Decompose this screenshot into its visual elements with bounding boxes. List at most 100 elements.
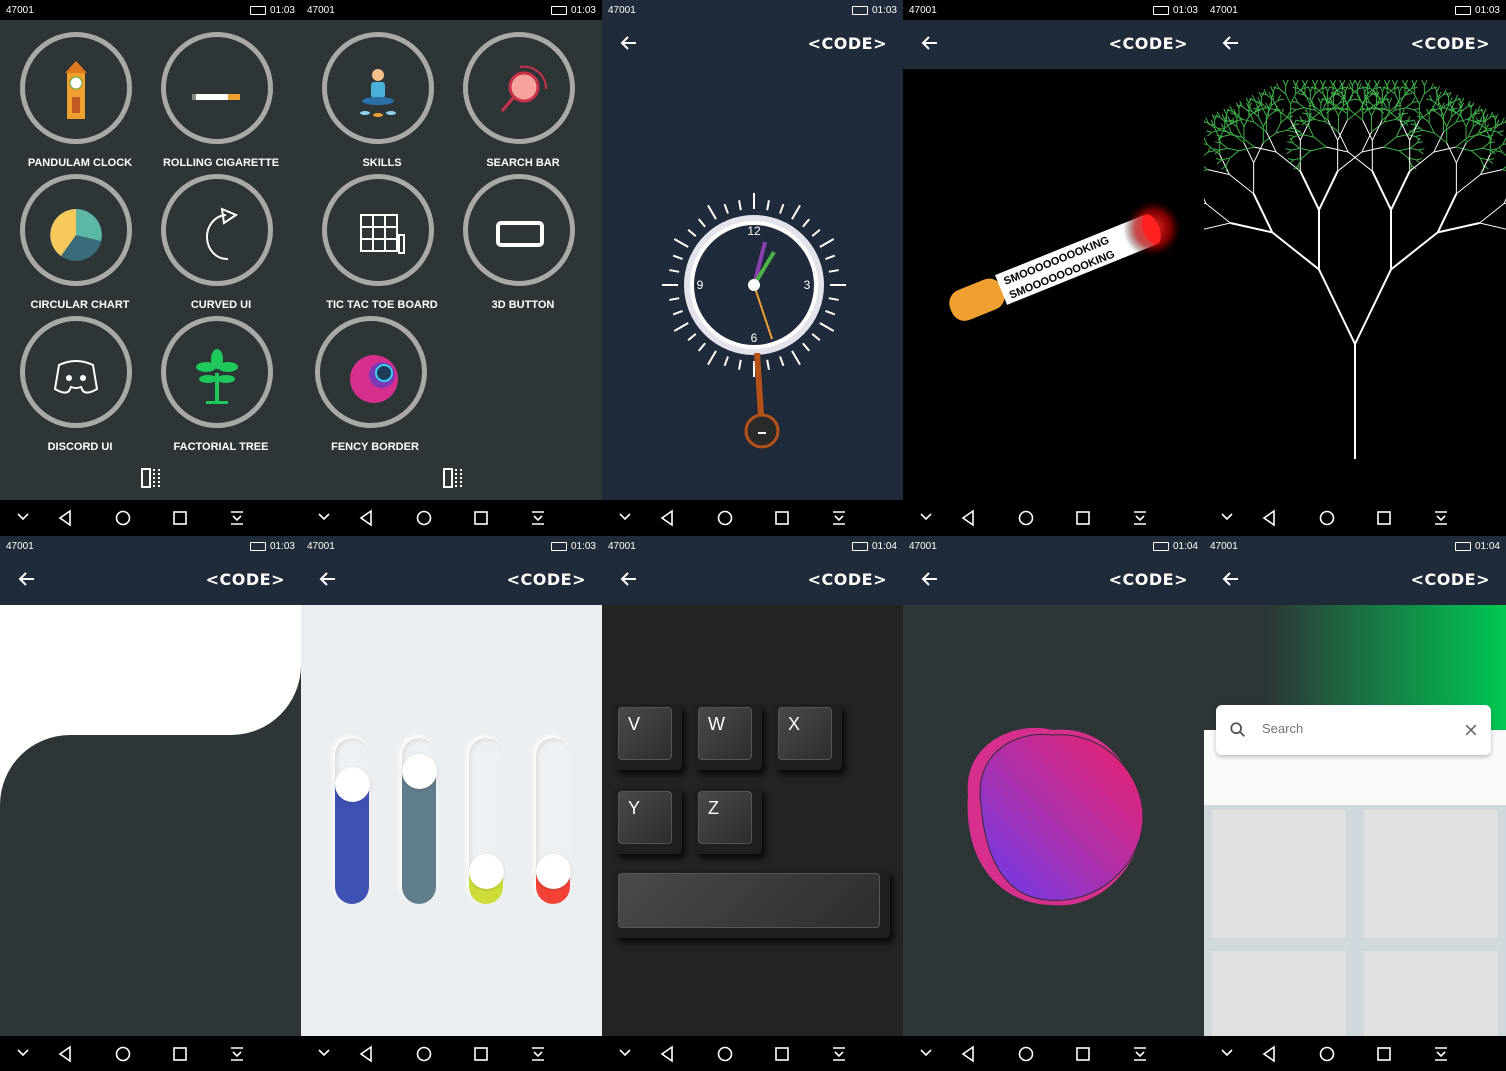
search-input[interactable] [1260,720,1454,737]
back-arrow-icon[interactable] [317,568,339,590]
clock-number-6: 6 [751,331,758,345]
nav-back-icon[interactable] [1262,509,1275,527]
back-arrow-icon[interactable] [16,568,38,590]
nav-back-icon[interactable] [660,509,673,527]
slider-knob[interactable] [535,854,571,889]
nav-back-icon[interactable] [660,1045,673,1063]
nav-home-icon[interactable] [717,1046,733,1062]
back-arrow-icon[interactable] [618,32,640,54]
nav-notifications-icon[interactable] [532,1047,544,1061]
nav-notifications-icon[interactable] [231,1047,243,1061]
nav-back-icon[interactable] [58,509,71,527]
nav-notifications-icon[interactable] [1134,1047,1146,1061]
back-arrow-icon[interactable] [1220,568,1242,590]
menu-item-fency-border[interactable] [315,316,427,428]
grid-tile[interactable] [1364,810,1498,938]
panel-rolling-cigarette: 47001 01:03 <CODE> SMOOOOOOOOKING SMOOOOO… [903,0,1204,535]
grid-tile[interactable] [1212,951,1346,1036]
nav-notifications-icon[interactable] [833,1047,845,1061]
nav-recents-icon[interactable] [173,511,187,525]
menu-item-search-bar[interactable] [463,32,575,144]
nav-back-icon[interactable] [961,1045,974,1063]
slider-knob[interactable] [468,854,504,889]
menu-item-3d-button[interactable] [463,174,575,286]
nav-home-icon[interactable] [115,1046,131,1062]
key-y[interactable]: Y [614,788,682,854]
nav-recents-icon[interactable] [474,511,488,525]
nav-hide-icon[interactable] [17,1049,29,1057]
nav-home-icon[interactable] [1319,1046,1335,1062]
clock-label: 01:03 [269,4,295,16]
close-icon[interactable] [1463,722,1479,738]
back-arrow-icon[interactable] [618,568,640,590]
nav-hide-icon[interactable] [318,513,330,521]
nav-back-icon[interactable] [359,1045,372,1063]
split-view-icon[interactable] [140,467,162,489]
slider-track[interactable] [335,738,369,904]
key-z[interactable]: Z [694,788,762,854]
nav-back-icon[interactable] [1262,1045,1275,1063]
nav-hide-icon[interactable] [920,513,932,521]
nav-recents-icon[interactable] [1377,1047,1391,1061]
nav-notifications-icon[interactable] [231,511,243,525]
slider-knob[interactable] [334,767,370,802]
nav-notifications-icon[interactable] [532,511,544,525]
nav-home-icon[interactable] [115,510,131,526]
split-view-icon[interactable] [442,467,464,489]
nav-recents-icon[interactable] [775,1047,789,1061]
nav-notifications-icon[interactable] [1435,1047,1447,1061]
menu-item-curved-ui[interactable] [161,174,273,286]
search-screen [1204,605,1506,1036]
menu-label: CIRCULAR CHART [30,299,130,311]
menu-item-discord-ui[interactable] [20,316,132,428]
nav-hide-icon[interactable] [1221,1049,1233,1057]
key-w[interactable]: W [694,704,762,770]
nav-notifications-icon[interactable] [1134,511,1146,525]
menu-item-skills[interactable] [322,32,434,144]
nav-hide-icon[interactable] [318,1049,330,1057]
slider-knob[interactable] [401,754,437,789]
fancy-circle-icon [350,355,398,403]
curved-arrow-icon [206,207,239,261]
menu-item-factorial-tree[interactable] [161,316,273,428]
nav-hide-icon[interactable] [920,1049,932,1057]
nav-back-icon[interactable] [58,1045,71,1063]
menu-item-pendulum-clock[interactable] [20,32,132,144]
nav-back-icon[interactable] [961,509,974,527]
nav-home-icon[interactable] [717,510,733,526]
nav-recents-icon[interactable] [1076,511,1090,525]
nav-recents-icon[interactable] [173,1047,187,1061]
nav-recents-icon[interactable] [1377,511,1391,525]
nav-home-icon[interactable] [1018,1046,1034,1062]
back-arrow-icon[interactable] [1220,32,1242,54]
nav-hide-icon[interactable] [619,1049,631,1057]
nav-hide-icon[interactable] [619,513,631,521]
key-space[interactable] [614,870,890,938]
key-v[interactable]: V [614,704,682,770]
clock-label: 01:03 [1474,4,1500,16]
nav-hide-icon[interactable] [1221,513,1233,521]
nav-home-icon[interactable] [416,510,432,526]
battery-icon [249,5,266,15]
nav-recents-icon[interactable] [775,511,789,525]
back-arrow-icon[interactable] [919,568,941,590]
battery-icon [1152,5,1169,15]
menu-item-tic-tac-toe[interactable] [322,174,434,286]
back-arrow-icon[interactable] [919,32,941,54]
grid-tile[interactable] [1364,951,1498,1036]
nav-recents-icon[interactable] [1076,1047,1090,1061]
nav-home-icon[interactable] [416,1046,432,1062]
keyboard: V W X Y Z [602,605,903,1036]
nav-home-icon[interactable] [1319,510,1335,526]
menu-item-circular-chart[interactable] [20,174,132,286]
nav-notifications-icon[interactable] [1435,511,1447,525]
key-x[interactable]: X [774,704,842,770]
nav-notifications-icon[interactable] [833,511,845,525]
menu-label: FENCY BORDER [331,441,419,453]
nav-hide-icon[interactable] [17,513,29,521]
nav-home-icon[interactable] [1018,510,1034,526]
nav-recents-icon[interactable] [474,1047,488,1061]
menu-item-rolling-cigarette[interactable] [161,32,273,144]
nav-back-icon[interactable] [359,509,372,527]
grid-tile[interactable] [1212,810,1346,938]
